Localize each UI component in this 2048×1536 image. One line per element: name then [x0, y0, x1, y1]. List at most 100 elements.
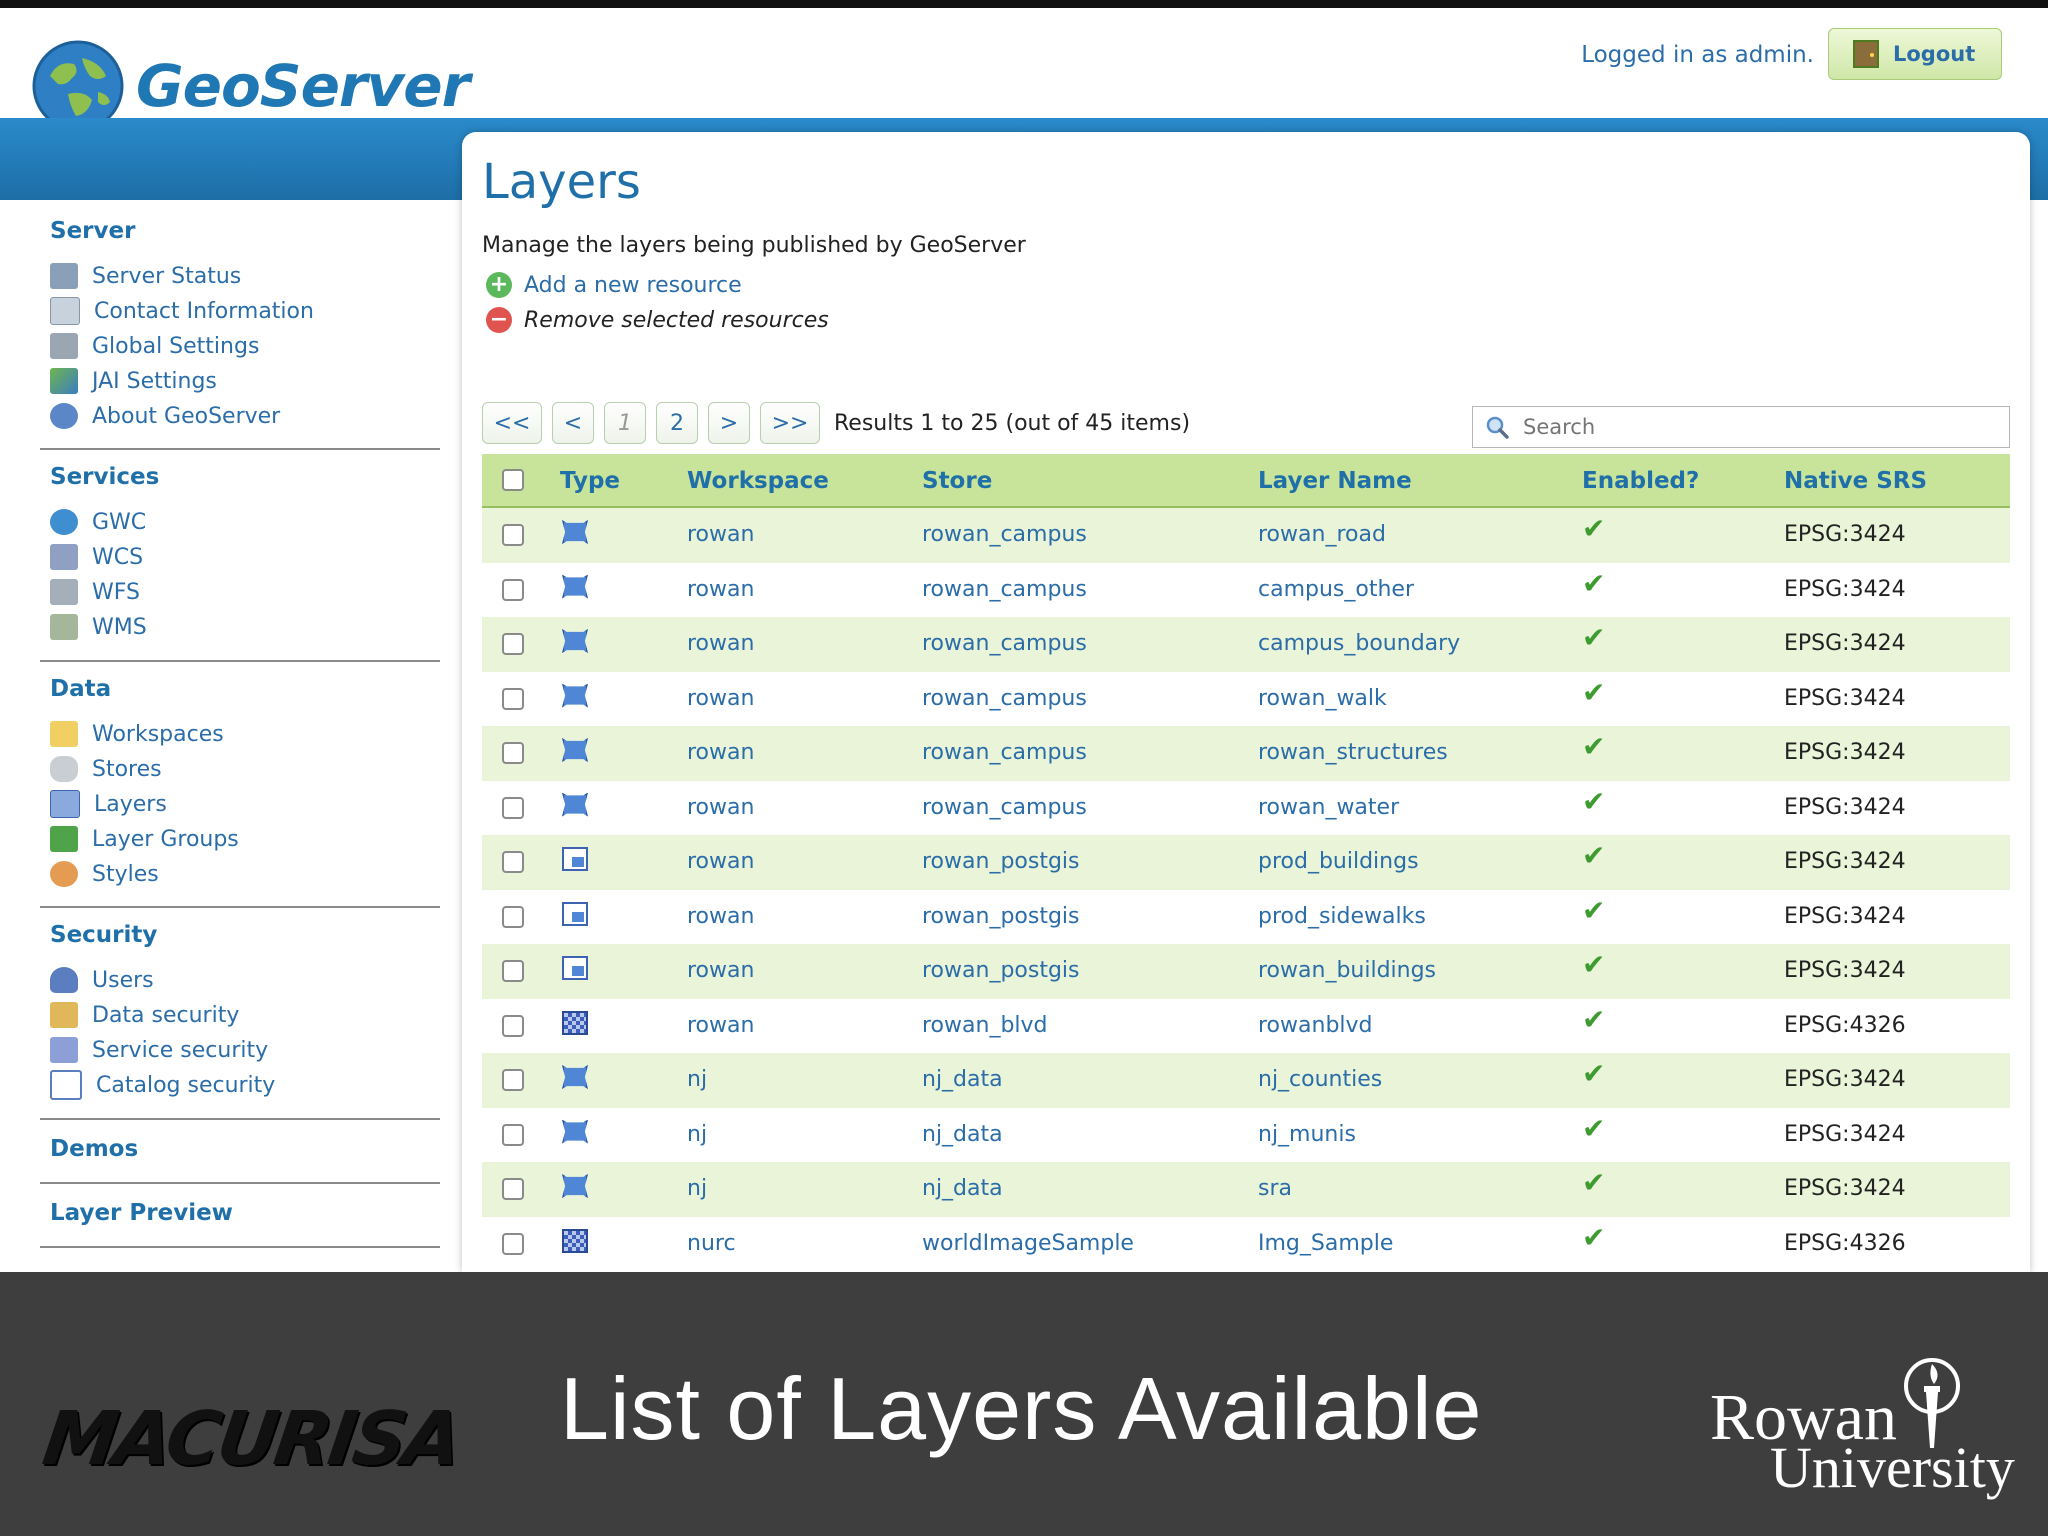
row-checkbox[interactable] [502, 1178, 524, 1200]
sidebar-item-layers[interactable]: Layers [50, 788, 167, 820]
layer-name-cell[interactable]: rowan_road [1258, 522, 1386, 547]
sidebar-item-wms[interactable]: WMS [50, 611, 147, 643]
sidebar-item-wfs[interactable]: WFS [50, 576, 140, 608]
table-row[interactable]: rowan rowan_blvd rowanblvd ✔ EPSG:4326 [482, 998, 2010, 1053]
store-cell[interactable]: rowan_campus [922, 577, 1087, 602]
row-checkbox[interactable] [502, 905, 524, 928]
table-row[interactable]: nurc worldImageSample Img_Sample ✔ EPSG:4326 [482, 1216, 2010, 1271]
next-page-button[interactable]: > [708, 402, 750, 444]
layer-name-cell[interactable]: sra [1258, 1176, 1292, 1201]
store-cell[interactable]: nj_data [922, 1122, 1003, 1147]
workspace-cell[interactable]: rowan [687, 958, 754, 983]
prev-page-button[interactable]: < [552, 402, 594, 444]
row-checkbox[interactable] [502, 1014, 524, 1037]
layer-name-cell[interactable]: rowan_walk [1258, 686, 1387, 711]
table-row[interactable]: rowan rowan_campus rowan_water ✔ EPSG:3424 [482, 780, 2010, 835]
column-header-workspace[interactable]: Workspace [687, 468, 829, 494]
sidebar-item-users[interactable]: Users [50, 964, 154, 996]
store-cell[interactable]: rowan_campus [922, 522, 1087, 547]
row-checkbox[interactable] [502, 1069, 524, 1091]
store-cell[interactable]: rowan_campus [922, 740, 1087, 765]
workspace-cell[interactable]: rowan [687, 522, 754, 547]
table-row[interactable]: nj nj_data nj_munis ✔ EPSG:3424 [482, 1107, 2010, 1162]
row-checkbox[interactable] [502, 578, 524, 601]
sidebar-section-demos[interactable]: Demos [50, 1136, 138, 1162]
table-row[interactable]: rowan rowan_postgis prod_buildings ✔ EPSG:34… [482, 835, 2010, 890]
store-cell[interactable]: rowan_blvd [922, 1013, 1048, 1038]
sidebar-item-wcs[interactable]: WCS [50, 541, 143, 573]
sidebar-item-stores[interactable]: Stores [50, 753, 162, 785]
workspace-cell[interactable]: nj [687, 1067, 707, 1092]
layer-name-cell[interactable]: rowan_water [1258, 795, 1399, 820]
sidebar-item-styles[interactable]: Styles [50, 858, 159, 890]
row-checkbox[interactable] [502, 1232, 524, 1255]
table-row[interactable]: nj nj_data nj_counties ✔ EPSG:3424 [482, 1053, 2010, 1108]
search-box[interactable] [1472, 406, 2010, 448]
layer-name-cell[interactable]: prod_buildings [1258, 849, 1419, 874]
sidebar-item-global-settings[interactable]: Global Settings [50, 330, 259, 362]
workspace-cell[interactable]: rowan [687, 849, 754, 874]
column-header-enabled[interactable]: Enabled? [1582, 468, 1699, 494]
column-header-native-srs[interactable]: Native SRS [1784, 468, 1927, 494]
add-resource-link[interactable]: + Add a new resource [486, 272, 742, 298]
layer-name-cell[interactable]: prod_sidewalks [1258, 904, 1426, 929]
workspace-cell[interactable]: rowan [687, 795, 754, 820]
store-cell[interactable]: rowan_campus [922, 631, 1087, 656]
page-1-button[interactable]: 1 [604, 402, 646, 444]
layer-name-cell[interactable]: rowanblvd [1258, 1013, 1373, 1038]
sidebar-item-layer-groups[interactable]: Layer Groups [50, 823, 239, 855]
workspace-cell[interactable]: rowan [687, 686, 754, 711]
layer-name-cell[interactable]: campus_boundary [1258, 631, 1460, 656]
select-all-checkbox[interactable] [502, 469, 524, 491]
page-2-button[interactable]: 2 [656, 402, 698, 444]
store-cell[interactable]: rowan_postgis [922, 904, 1080, 929]
row-checkbox[interactable] [502, 524, 524, 546]
table-row[interactable]: rowan rowan_campus rowan_road ✔ EPSG:3424 [482, 508, 2010, 563]
sidebar-item-gwc[interactable]: GWC [50, 506, 146, 538]
row-checkbox[interactable] [502, 960, 524, 982]
row-checkbox[interactable] [502, 796, 524, 819]
table-row[interactable]: rowan rowan_campus rowan_walk ✔ EPSG:3424 [482, 671, 2010, 726]
remove-resources-link[interactable]: − Remove selected resources [486, 307, 829, 333]
layer-name-cell[interactable]: nj_munis [1258, 1122, 1356, 1147]
last-page-button[interactable]: >> [760, 402, 820, 444]
layer-name-cell[interactable]: nj_counties [1258, 1067, 1382, 1092]
workspace-cell[interactable]: rowan [687, 631, 754, 656]
layer-name-cell[interactable]: campus_other [1258, 577, 1414, 602]
store-cell[interactable]: nj_data [922, 1067, 1003, 1092]
workspace-cell[interactable]: nj [687, 1176, 707, 1201]
column-header-type[interactable]: Type [560, 468, 620, 494]
sidebar-item-about-geoserver[interactable]: About GeoServer [50, 400, 280, 432]
workspace-cell[interactable]: rowan [687, 577, 754, 602]
store-cell[interactable]: nj_data [922, 1176, 1003, 1201]
store-cell[interactable]: rowan_campus [922, 686, 1087, 711]
sidebar-section-layer-preview[interactable]: Layer Preview [50, 1200, 233, 1226]
store-cell[interactable]: rowan_campus [922, 795, 1087, 820]
row-checkbox[interactable] [502, 1123, 524, 1146]
sidebar-item-workspaces[interactable]: Workspaces [50, 718, 224, 750]
layer-name-cell[interactable]: rowan_structures [1258, 740, 1448, 765]
store-cell[interactable]: rowan_postgis [922, 958, 1080, 983]
sidebar-item-service-security[interactable]: Service security [50, 1034, 268, 1066]
first-page-button[interactable]: << [482, 402, 542, 444]
column-header-store[interactable]: Store [922, 468, 992, 494]
row-checkbox[interactable] [502, 633, 524, 655]
workspace-cell[interactable]: rowan [687, 904, 754, 929]
table-row[interactable]: rowan rowan_campus rowan_structures ✔ EPSG:3… [482, 726, 2010, 781]
workspace-cell[interactable]: rowan [687, 740, 754, 765]
row-checkbox[interactable] [502, 742, 524, 764]
table-row[interactable]: rowan rowan_campus campus_other ✔ EPSG:3424 [482, 562, 2010, 617]
store-cell[interactable]: worldImageSample [922, 1231, 1134, 1256]
search-input[interactable] [1521, 414, 1965, 440]
workspace-cell[interactable]: nurc [687, 1231, 736, 1256]
layer-name-cell[interactable]: Img_Sample [1258, 1231, 1393, 1256]
table-row[interactable]: rowan rowan_postgis prod_sidewalks ✔ EPSG:34… [482, 889, 2010, 944]
sidebar-item-data-security[interactable]: Data security [50, 999, 239, 1031]
table-row[interactable]: nj nj_data sra ✔ EPSG:3424 [482, 1162, 2010, 1217]
workspace-cell[interactable]: nj [687, 1122, 707, 1147]
sidebar-item-catalog-security[interactable]: Catalog security [50, 1069, 275, 1101]
sidebar-item-contact-information[interactable]: Contact Information [50, 295, 314, 327]
table-row[interactable]: rowan rowan_postgis rowan_buildings ✔ EPSG:3… [482, 944, 2010, 999]
sidebar-item-server-status[interactable]: Server Status [50, 260, 241, 292]
row-checkbox[interactable] [502, 687, 524, 710]
